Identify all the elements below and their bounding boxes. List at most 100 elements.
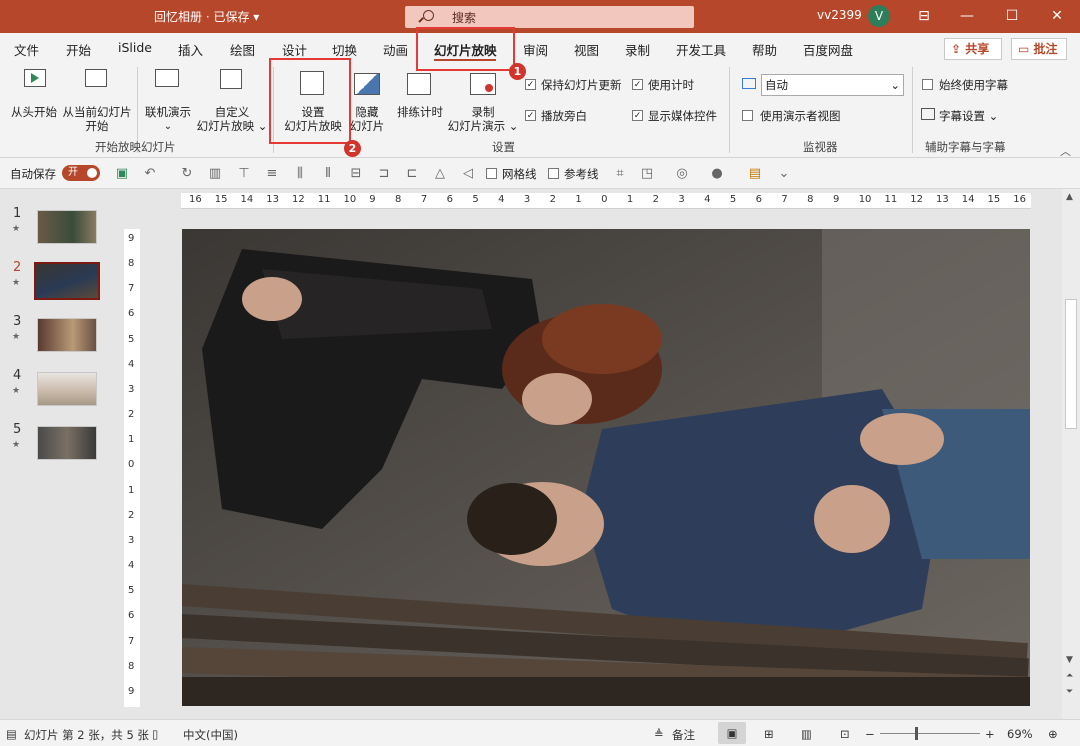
keep-updated-checkbox[interactable]: ✓ [525, 79, 536, 90]
scrollbar-thumb[interactable] [1065, 299, 1077, 429]
ruler-tick-label: 9 [128, 685, 135, 697]
zoom-out-icon[interactable]: − [865, 727, 875, 741]
custom-slideshow-button[interactable]: 自定义 幻灯片放映 ⌄ [195, 67, 269, 133]
fit-to-window-icon[interactable]: ⊕ [1048, 727, 1058, 741]
save-icon[interactable]: ▣ [115, 167, 129, 180]
play-narrations-checkbox[interactable]: ✓ [525, 110, 536, 121]
redo-icon[interactable]: ↻ [180, 167, 194, 180]
ribbon-display-icon[interactable]: ⊟ [907, 0, 941, 33]
monitor-select[interactable]: 自动 ⌄ [761, 74, 904, 96]
tab-home[interactable]: 开始 [66, 40, 91, 59]
presenter-view-checkbox[interactable] [742, 110, 753, 121]
use-timings-checkbox[interactable]: ✓ [632, 79, 643, 90]
tab-view[interactable]: 视图 [574, 40, 599, 59]
tab-review[interactable]: 审阅 [523, 40, 548, 59]
gridlines-checkbox[interactable] [486, 168, 497, 179]
status-bar: ▤ 幻灯片 第 2 张，共 5 张 ▯ 中文(中国) ≜ 备注 ▣ ⊞ ▥ ⊡ … [0, 719, 1080, 746]
format-icon[interactable]: ▤ [748, 167, 762, 180]
tab-developer[interactable]: 开发工具 [676, 40, 726, 59]
guides-checkbox[interactable] [548, 168, 559, 179]
tab-islide[interactable]: iSlide [118, 40, 152, 55]
collapse-ribbon-icon[interactable]: ︿ [1060, 143, 1071, 159]
tab-file[interactable]: 文件 [14, 40, 39, 59]
ruler-tick-label: 7 [128, 283, 135, 295]
notes-button[interactable]: 备注 [672, 727, 695, 743]
group-label-captions: 辅助字幕与字幕 [925, 140, 1006, 154]
zoom-slider[interactable] [880, 733, 980, 734]
ruler-tick-label: 14 [240, 194, 254, 205]
ruler-tick-label: 6 [446, 194, 453, 205]
from-beginning-button[interactable]: 从头开始 [6, 67, 62, 127]
tab-animations[interactable]: 动画 [383, 40, 408, 59]
distribute-h-icon[interactable]: ⫴ [321, 167, 335, 180]
normal-view-icon[interactable]: ▣ [718, 722, 746, 744]
previous-slide-icon[interactable]: ⏶ [1066, 671, 1073, 681]
title-bar: 回忆相册 · 已保存 ▾ 搜索 vv2399 V ⊟ — ☐ ✕ [0, 0, 1080, 33]
scroll-down-icon[interactable]: ▼ [1066, 655, 1073, 665]
undo-icon[interactable]: ↶ [143, 167, 157, 180]
slideshow-view-icon[interactable]: ⊡ [840, 727, 850, 741]
align-middle-icon[interactable]: ≡ [265, 167, 279, 180]
slide-thumbnail-1[interactable] [37, 210, 97, 244]
reading-view-icon[interactable]: ▥ [801, 727, 812, 741]
vertical-ruler: 9 8 7 6 5 4 3 2 1 0 1 2 3 4 5 6 7 8 9 [124, 229, 140, 707]
customize-toolbar-icon[interactable]: ⌄ [777, 167, 791, 180]
zoom-slider-thumb[interactable] [915, 727, 918, 740]
shape-icon[interactable]: ◳ [640, 167, 654, 180]
maximize-icon[interactable]: ☐ [995, 0, 1029, 33]
align-top-icon[interactable]: ⊤ [237, 167, 251, 180]
autosave-toggle[interactable]: 开 [62, 165, 100, 181]
tab-transitions[interactable]: 切换 [332, 40, 357, 59]
slide-canvas[interactable] [182, 229, 1030, 706]
tab-help[interactable]: 帮助 [752, 40, 777, 59]
close-icon[interactable]: ✕ [1040, 0, 1074, 33]
slide-thumbnail-5[interactable] [37, 426, 97, 460]
hide-slide-button[interactable]: 隐藏 幻灯片 [348, 67, 386, 133]
rehearse-timings-button[interactable]: 排练计时 [392, 67, 448, 127]
slide-thumbnail-2[interactable] [34, 262, 100, 300]
slide-sorter-icon[interactable]: ⊞ [764, 727, 774, 741]
step-badge-2: 2 [344, 140, 361, 157]
subtitle-settings-button[interactable]: 字幕设置 ⌄ [939, 108, 998, 124]
record-slideshow-button[interactable]: 录制 幻灯片演示 ⌄ [446, 67, 520, 133]
ruler-tick-label: 4 [128, 560, 135, 572]
tab-insert[interactable]: 插入 [178, 40, 203, 59]
tab-draw[interactable]: 绘图 [230, 40, 255, 59]
minimize-icon[interactable]: — [950, 0, 984, 33]
always-subtitles-checkbox[interactable] [922, 79, 933, 90]
align-left-icon[interactable]: ⊏ [405, 167, 419, 180]
accessibility-icon[interactable]: ▯ [152, 727, 158, 741]
ruler-tick-label: 3 [128, 534, 135, 546]
comments-button[interactable]: ▭ 批注 [1011, 38, 1067, 60]
online-present-button[interactable]: 联机演示 ⌄ [140, 67, 196, 133]
merge-shapes-icon[interactable]: ◎ [675, 167, 689, 180]
zoom-level[interactable]: 69% [1007, 727, 1033, 741]
document-title[interactable]: 回忆相册 · 已保存 ▾ [154, 8, 259, 25]
chart-icon[interactable]: ▥ [208, 167, 222, 180]
triangle-icon[interactable]: ◁ [461, 167, 475, 180]
zoom-in-icon[interactable]: + [985, 727, 995, 741]
scroll-up-icon[interactable]: ▲ [1066, 192, 1073, 202]
language-status[interactable]: 中文(中国) [183, 727, 238, 743]
vertical-scrollbar[interactable]: ▲ ▼ ⏶ ⏷ [1062, 189, 1080, 719]
tab-baidu-netdisk[interactable]: 百度网盘 [803, 40, 853, 59]
distribute-icon[interactable]: ⫼ [293, 167, 307, 180]
rehearse-timings-icon [407, 73, 431, 95]
from-current-slide-button[interactable]: 从当前幻灯片 开始 [60, 67, 134, 133]
avatar[interactable]: V [868, 5, 890, 27]
share-button[interactable]: ⇪ 共享 [944, 38, 1002, 60]
search-box[interactable]: 搜索 [405, 6, 694, 28]
tab-design[interactable]: 设计 [282, 40, 307, 59]
ruler-tick-label: 3 [128, 383, 135, 395]
align-center-icon[interactable]: ⊟ [349, 167, 363, 180]
user-name[interactable]: vv2399 [817, 8, 862, 22]
next-slide-icon[interactable]: ⏷ [1066, 687, 1073, 697]
fill-icon[interactable]: ● [710, 167, 724, 180]
align-right-icon[interactable]: ⊐ [377, 167, 391, 180]
tab-record[interactable]: 录制 [625, 40, 650, 59]
slide-thumbnail-4[interactable] [37, 372, 97, 406]
flip-icon[interactable]: △ [433, 167, 447, 180]
crop-icon[interactable]: ⌗ [613, 167, 627, 180]
show-media-controls-checkbox[interactable]: ✓ [632, 110, 643, 121]
slide-thumbnail-3[interactable] [37, 318, 97, 352]
